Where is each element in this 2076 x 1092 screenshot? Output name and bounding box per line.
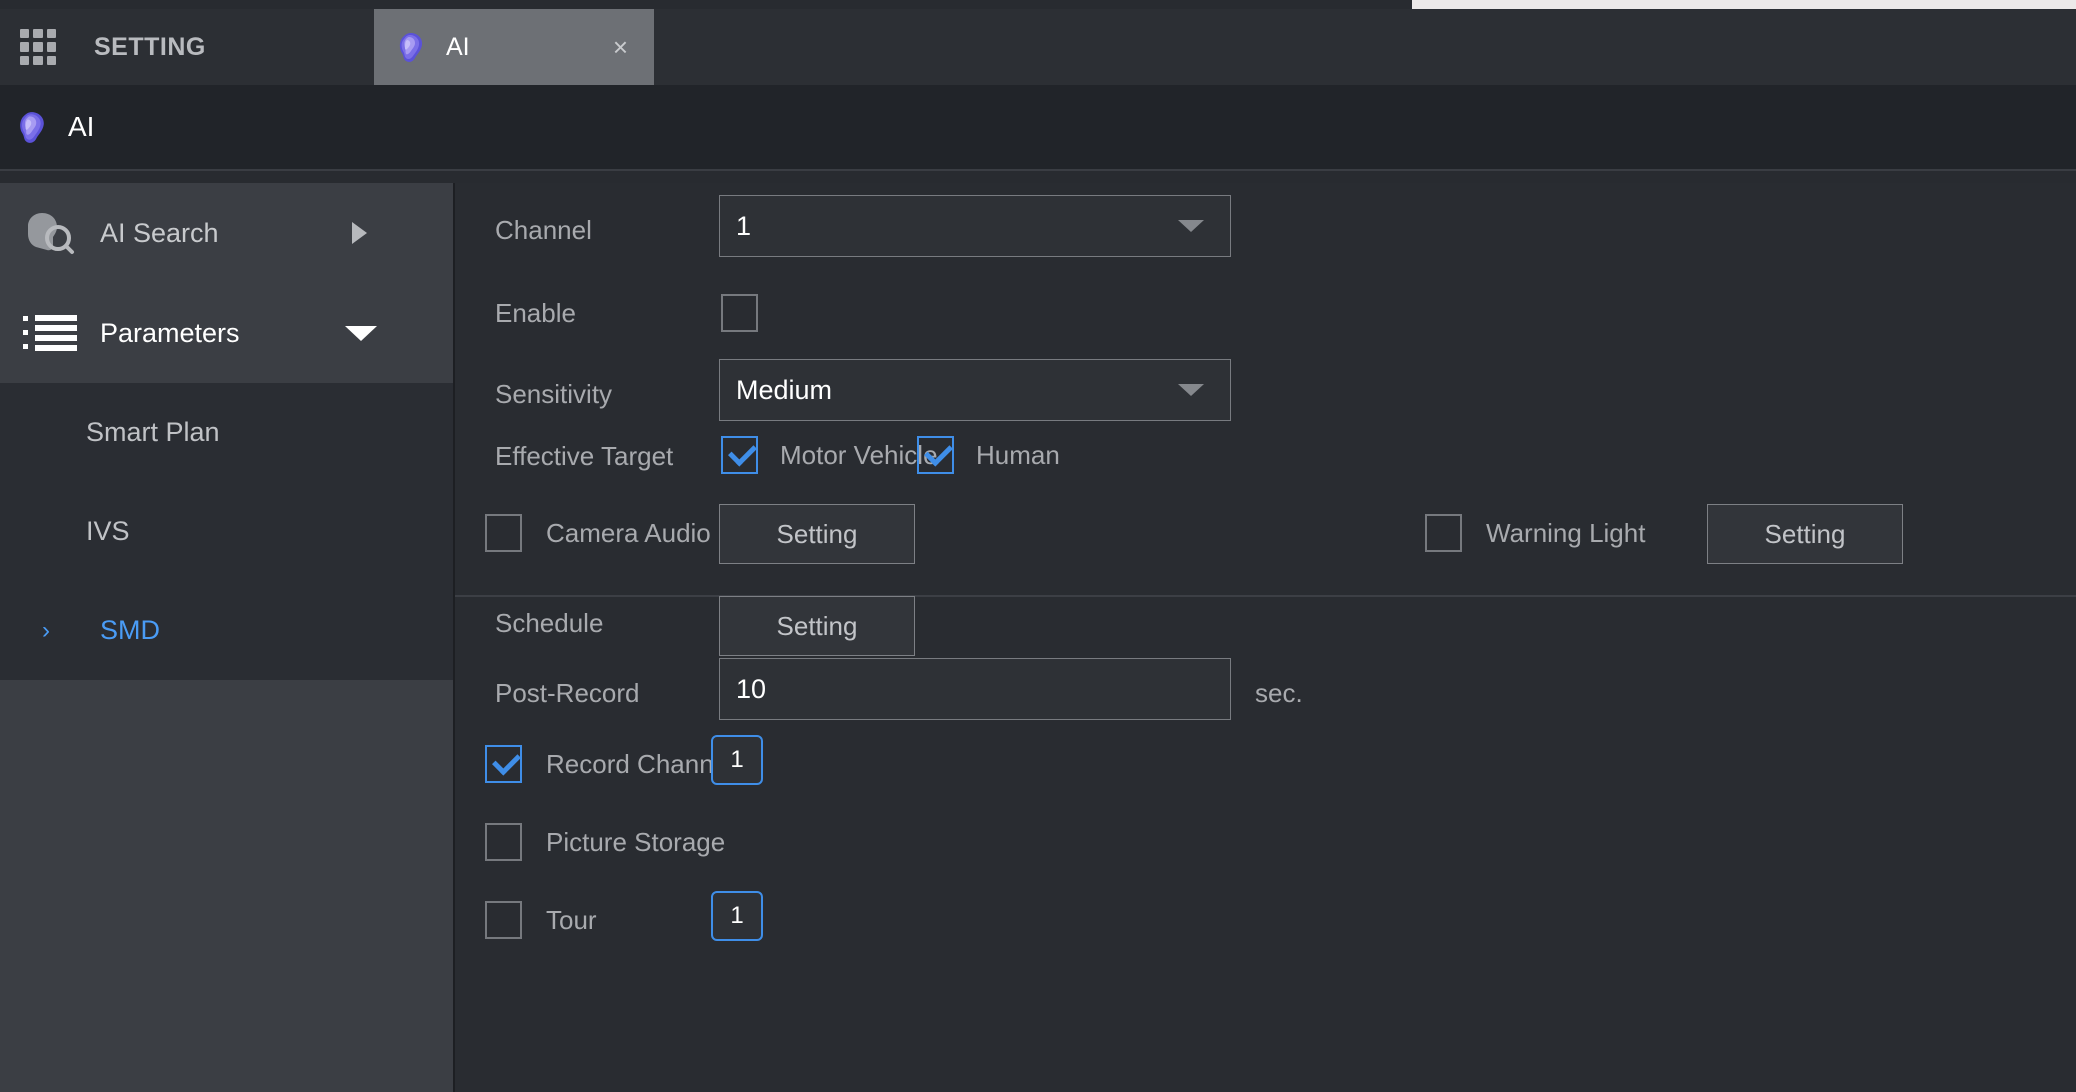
post-record-value: 10: [736, 674, 766, 705]
tab-bar: SETTING AI ×: [0, 9, 2076, 85]
picture-storage-checkbox[interactable]: [485, 823, 522, 861]
module-header: AI: [0, 85, 2076, 171]
warning-light-label: Warning Light: [1486, 518, 1645, 549]
sidebar-item-label: Parameters: [100, 318, 240, 349]
sidebar-item-ai-search[interactable]: AI Search: [0, 183, 455, 283]
tab-ai-label: AI: [446, 33, 470, 62]
motor-vehicle-label: Motor Vehicle: [780, 440, 938, 471]
sensitivity-select[interactable]: Medium: [719, 359, 1231, 421]
post-record-input[interactable]: 10: [719, 658, 1231, 720]
camera-audio-setting-button[interactable]: Setting: [719, 504, 915, 564]
post-record-unit: sec.: [1255, 678, 1303, 709]
schedule-label: Schedule: [495, 608, 603, 639]
picture-storage-label: Picture Storage: [546, 827, 725, 858]
camera-audio-checkbox[interactable]: [485, 514, 522, 552]
schedule-setting-button[interactable]: Setting: [719, 596, 915, 656]
page-background-strip: [1412, 0, 2076, 9]
chevron-down-icon: [1178, 384, 1204, 396]
tour-row[interactable]: Tour: [485, 901, 597, 939]
chevron-right-icon: ›: [42, 619, 50, 643]
record-channel-checkbox[interactable]: [485, 745, 522, 783]
app-window: SETTING AI × AI: [0, 0, 2076, 1092]
channel-value: 1: [736, 211, 751, 242]
tab-setting-label: SETTING: [94, 33, 206, 62]
channel-select[interactable]: 1: [719, 195, 1231, 257]
tour-value: 1: [730, 902, 743, 930]
camera-audio-label: Camera Audio: [546, 518, 711, 549]
tab-setting[interactable]: SETTING: [0, 9, 374, 85]
chevron-down-icon: [345, 326, 377, 341]
tour-checkbox[interactable]: [485, 901, 522, 939]
effective-target-label: Effective Target: [495, 441, 673, 472]
schedule-setting-label: Setting: [777, 611, 858, 642]
effective-target-human[interactable]: Human: [917, 436, 1060, 474]
tour-input[interactable]: 1: [711, 891, 763, 941]
camera-audio-row[interactable]: Camera Audio: [485, 514, 711, 552]
human-label: Human: [976, 440, 1060, 471]
list-icon: [22, 314, 78, 352]
tour-label: Tour: [546, 905, 597, 936]
sensitivity-value: Medium: [736, 375, 832, 406]
camera-audio-setting-label: Setting: [777, 519, 858, 550]
tab-ai[interactable]: AI ×: [374, 9, 654, 85]
sidebar-sub-group: Smart Plan IVS › SMD: [0, 383, 455, 680]
sidebar-item-label: AI Search: [100, 218, 219, 249]
sidebar-primary-group: AI Search Parameters: [0, 183, 455, 383]
record-channel-value: 1: [730, 746, 743, 774]
sidebar-item-label: Smart Plan: [86, 417, 220, 448]
sidebar-item-label: IVS: [86, 516, 130, 547]
record-channel-input[interactable]: 1: [711, 735, 763, 785]
picture-storage-row[interactable]: Picture Storage: [485, 823, 725, 861]
section-divider: [455, 595, 2076, 597]
warning-light-checkbox[interactable]: [1425, 514, 1462, 552]
channel-label: Channel: [495, 215, 592, 246]
settings-form: Channel 1 Enable Sensitivity Medium Effe…: [455, 183, 2076, 1092]
sidebar-item-ivs[interactable]: IVS: [0, 482, 455, 581]
sidebar-item-smd[interactable]: › SMD: [0, 581, 455, 680]
sidebar-item-label: SMD: [100, 615, 160, 646]
ai-brain-icon: [18, 111, 46, 143]
post-record-label: Post-Record: [495, 678, 640, 709]
sidebar-item-smart-plan[interactable]: Smart Plan: [0, 383, 455, 482]
sidebar: AI Search Parameters: [0, 183, 455, 1092]
warning-light-setting-button[interactable]: Setting: [1707, 504, 1903, 564]
enable-checkbox[interactable]: [721, 294, 758, 332]
warning-light-row[interactable]: Warning Light: [1425, 514, 1645, 552]
sidebar-item-parameters[interactable]: Parameters: [0, 283, 455, 383]
chevron-right-icon: [352, 222, 367, 244]
ai-search-icon: [22, 210, 78, 256]
record-channel-row[interactable]: Record Channel: [485, 745, 734, 783]
page-title: AI: [68, 111, 94, 143]
sidebar-empty-area: [0, 680, 455, 1092]
human-checkbox[interactable]: [917, 436, 954, 474]
effective-target-motor-vehicle[interactable]: Motor Vehicle: [721, 436, 938, 474]
enable-label: Enable: [495, 298, 576, 329]
record-channel-label: Record Channel: [546, 749, 734, 780]
warning-light-setting-label: Setting: [1765, 519, 1846, 550]
grid-icon: [20, 29, 56, 65]
chevron-down-icon: [1178, 220, 1204, 232]
ai-brain-icon: [398, 32, 424, 62]
sensitivity-label: Sensitivity: [495, 379, 612, 410]
close-icon[interactable]: ×: [613, 34, 628, 60]
motor-vehicle-checkbox[interactable]: [721, 436, 758, 474]
